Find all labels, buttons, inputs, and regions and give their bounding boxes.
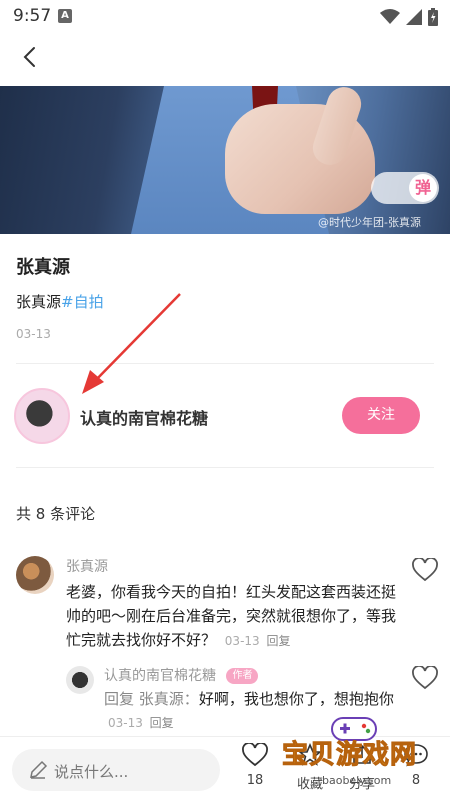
- image-watermark: @时代少年团-张真源: [318, 216, 421, 229]
- reply-button[interactable]: 回复: [150, 716, 174, 730]
- divider: [16, 467, 434, 468]
- heart-icon: [242, 742, 268, 767]
- back-icon: [23, 47, 35, 67]
- heart-icon: [412, 557, 438, 582]
- comment-input-placeholder: 说点什么...: [54, 763, 129, 781]
- status-time: 9:57: [13, 6, 52, 26]
- reply-author[interactable]: 认真的南官棉花糖: [104, 668, 216, 684]
- reply-avatar[interactable]: [66, 666, 94, 694]
- wifi-icon: [380, 9, 400, 24]
- follow-button[interactable]: 关注: [342, 397, 420, 434]
- heart-icon: [412, 665, 438, 690]
- reply-target[interactable]: 张真源：: [139, 690, 199, 708]
- author-badge: 作者: [226, 668, 259, 684]
- comment-author[interactable]: 张真源: [66, 556, 108, 576]
- reply-prefix: 回复: [104, 690, 135, 708]
- post-body-text: 张真源: [16, 293, 62, 311]
- post-image[interactable]: [0, 86, 450, 234]
- site-watermark-url: baobeiy.com: [322, 774, 392, 787]
- status-icons: [380, 7, 438, 27]
- reply-date: 03-13: [108, 716, 143, 730]
- comment-count: 共 8 条评论: [16, 505, 96, 523]
- post-date: 03-13: [16, 327, 51, 341]
- reply-button[interactable]: 回复: [266, 634, 290, 648]
- comment-date: 03-13: [224, 634, 260, 648]
- comment-text: 老婆，你看我今天的自拍！红头发配这套西装还挺帅的吧～刚在后台准备完，突然就很想你…: [66, 580, 406, 653]
- comment-avatar[interactable]: [16, 556, 54, 594]
- battery-icon: [428, 8, 438, 26]
- reply-like-button[interactable]: [412, 665, 440, 694]
- signal-icon: [406, 9, 422, 25]
- notification-icon: A: [58, 9, 72, 23]
- author-avatar[interactable]: [14, 388, 70, 444]
- screen: 9:57 A 弹 @时代少年团-张真源 张真源 张真源#自拍 03-13 认真的…: [0, 0, 450, 800]
- danmu-label: 弹: [409, 174, 437, 202]
- status-bar: 9:57 A: [0, 0, 450, 34]
- like-button[interactable]: 18: [233, 742, 277, 799]
- comment-like-button[interactable]: [412, 557, 440, 586]
- site-watermark: 宝贝游戏网 baobeiy.com: [276, 700, 446, 796]
- site-watermark-title: 宝贝游戏网: [281, 740, 418, 771]
- back-button[interactable]: [12, 40, 46, 74]
- pen-icon: [30, 760, 48, 779]
- reply-author-row: 认真的南官棉花糖 作者: [104, 665, 259, 685]
- author-name[interactable]: 认真的南官棉花糖: [80, 405, 208, 429]
- like-count: 18: [246, 773, 264, 788]
- post-title: 张真源: [16, 257, 70, 278]
- danmu-toggle[interactable]: 弹: [371, 172, 439, 204]
- annotation-arrow: [82, 293, 181, 394]
- comment-input[interactable]: 说点什么...: [12, 749, 220, 791]
